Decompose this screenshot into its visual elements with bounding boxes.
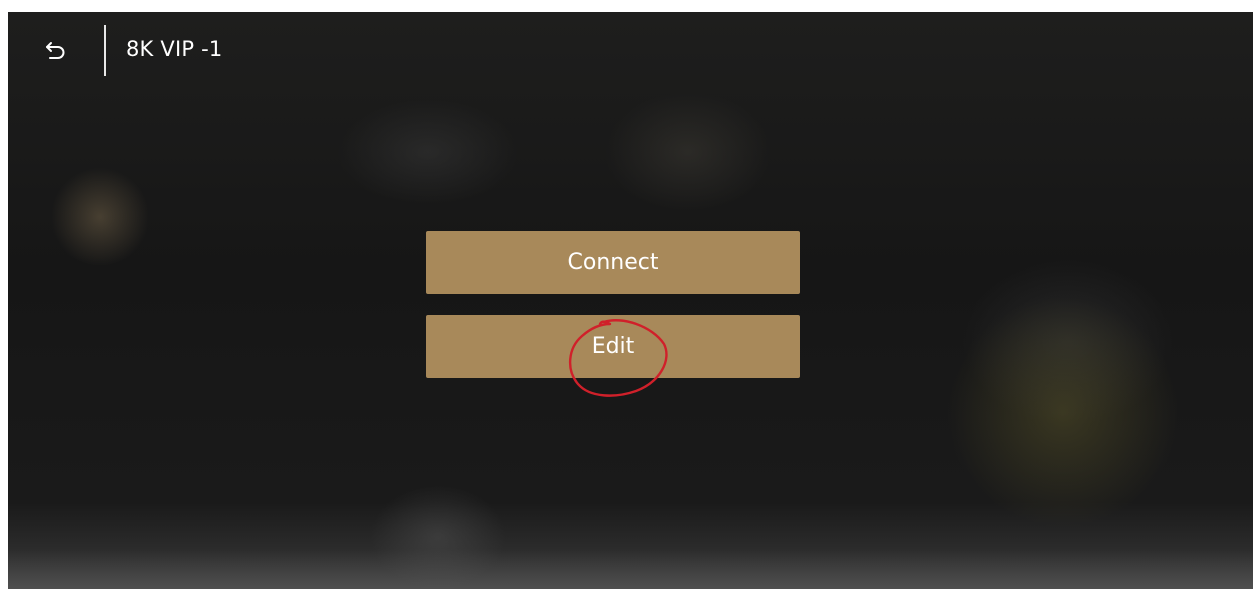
- top-bar: 8K VIP -1: [8, 12, 1253, 88]
- device-screen: 8K VIP -1 Connect Edit: [8, 12, 1253, 589]
- back-button[interactable]: [38, 36, 74, 66]
- connect-button[interactable]: Connect: [426, 231, 800, 294]
- back-arrow-icon: [46, 42, 65, 59]
- edit-button[interactable]: Edit: [426, 315, 800, 378]
- page-title: 8K VIP -1: [126, 37, 223, 61]
- blurred-background: [8, 12, 1253, 589]
- bottom-fade: [8, 549, 1253, 589]
- header-divider: [104, 25, 106, 76]
